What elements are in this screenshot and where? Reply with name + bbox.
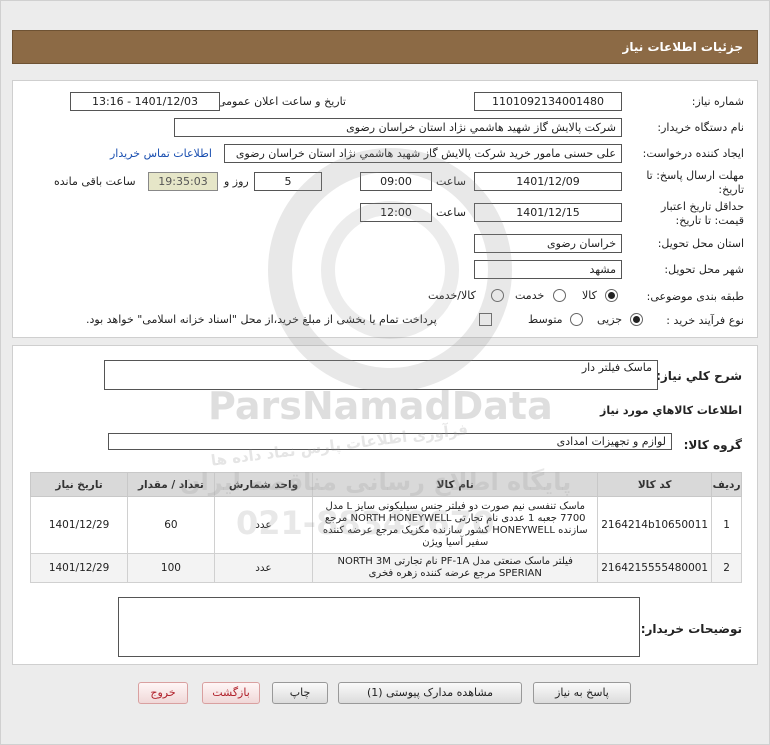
deadline-time-field: 09:00 (360, 172, 432, 191)
cell-row-number: 1 (711, 496, 742, 554)
items-table: ردیف کد کالا نام کالا واحد شمارش تعداد /… (29, 472, 742, 583)
page-title: جزئیات اطلاعات نیاز (622, 40, 743, 54)
category-service-label: خدمت (515, 289, 545, 302)
creator-label: ایجاد کننده درخواست: (642, 147, 744, 160)
group-field: لوازم و تجهیزات امدادی (108, 433, 672, 450)
col-header-code: کد کالا (597, 472, 713, 497)
category-label: طبقه بندی موضوعی: (646, 290, 744, 303)
col-header-row-number: ردیف (711, 472, 742, 497)
need-number-label: شماره نیاز: (691, 95, 744, 108)
attachments-button[interactable]: مشاهده مدارک پیوستی (1) (338, 682, 522, 704)
buyer-org-field: شرکت پالایش گاز شهید هاشمي نژاد استان خر… (174, 118, 622, 137)
days-remaining-field: 5 (254, 172, 322, 191)
remaining-time-label: ساعت باقی مانده (54, 175, 136, 188)
cell-date: 1401/12/29 (29, 496, 129, 554)
deadline-label-2: تاریخ: (718, 183, 744, 196)
remaining-time-field: 19:35:03 (148, 172, 218, 191)
validity-label-2: قیمت: تا تاریخ: (675, 214, 744, 227)
category-radio-service[interactable] (553, 289, 566, 302)
process-label: نوع فرآیند خرید : (666, 314, 744, 327)
deadline-label: مهلت ارسال پاسخ: تا (646, 169, 744, 182)
treasury-payment-note: پرداخت تمام یا بخشی از مبلغ خرید،از محل … (86, 313, 437, 326)
process-medium-label: متوسط (528, 313, 563, 326)
validity-time-field: 12:00 (360, 203, 432, 222)
back-button[interactable]: بازگشت (202, 682, 260, 704)
announce-datetime-field: 1401/12/03 - 13:16 (70, 92, 220, 111)
treasury-payment-checkbox[interactable] (479, 313, 492, 326)
process-minor-label: جزیی (597, 313, 623, 326)
validity-time-label: ساعت (436, 206, 466, 219)
category-radio-goods[interactable] (605, 289, 618, 302)
province-label: استان محل تحویل: (657, 237, 744, 250)
cell-code: 2164214b10650011 (597, 496, 713, 554)
cell-date: 1401/12/29 (29, 553, 129, 583)
items-heading: اطلاعات کالاهاي مورد نیاز (600, 404, 742, 417)
category-goods-service-label: کالا/خدمت (428, 289, 476, 302)
cell-unit: عدد (213, 496, 314, 554)
cell-quantity: 100 (127, 553, 215, 583)
validity-label: حداقل تاریخ اعتبار (660, 200, 744, 213)
cell-name: فیلتر ماسک صنعتی مدل PF-1A نام تجارتی NO… (312, 553, 599, 583)
validity-date-field: 1401/12/15 (474, 203, 622, 222)
buyer-contact-link[interactable]: اطلاعات تماس خریدار (110, 147, 212, 160)
buyer-org-label: نام دستگاه خریدار: (657, 121, 744, 134)
cell-row-number: 2 (711, 553, 742, 583)
cell-name: ماسک تنفسی نیم صورت دو فیلتر جنس سیلیکون… (312, 496, 599, 554)
deadline-time-label: ساعت (436, 175, 466, 188)
summary-label: شرح کلي نیاز: (656, 369, 742, 383)
reply-button[interactable]: پاسخ به نیاز (533, 682, 631, 704)
summary-field: ماسک فیلتر دار (104, 360, 658, 390)
buyer-notes-label: توضیحات خریدار: (640, 622, 742, 636)
cell-code: 2164215555480001 (597, 553, 713, 583)
city-field: مشهد (474, 260, 622, 279)
city-label: شهر محل تحویل: (664, 263, 744, 276)
col-header-unit: واحد شمارش (213, 472, 314, 497)
process-radio-minor[interactable] (630, 313, 643, 326)
group-label: گروه کالا: (683, 438, 742, 452)
table-header-row: ردیف کد کالا نام کالا واحد شمارش تعداد /… (29, 472, 742, 497)
page-title-bar: جزئیات اطلاعات نیاز (12, 30, 758, 64)
col-header-quantity: تعداد / مقدار (127, 472, 215, 497)
deadline-date-field: 1401/12/09 (474, 172, 622, 191)
category-radio-goods-service[interactable] (491, 289, 504, 302)
print-button[interactable]: چاپ (272, 682, 328, 704)
province-field: خراسان رضوی (474, 234, 622, 253)
col-header-date: تاریخ نیاز (29, 472, 129, 497)
process-radio-medium[interactable] (570, 313, 583, 326)
cell-quantity: 60 (127, 496, 215, 554)
exit-button[interactable]: خروج (138, 682, 188, 704)
buyer-notes-field (118, 597, 640, 657)
days-label: روز و (224, 175, 249, 188)
cell-unit: عدد (213, 553, 314, 583)
announce-label: تاریخ و ساعت اعلان عمومی: (213, 95, 346, 108)
table-row: 1 2164214b10650011 ماسک تنفسی نیم صورت د… (29, 496, 742, 554)
creator-field: علی حسنی مامور خرید شرکت پالایش گاز شهید… (224, 144, 622, 163)
col-header-name: نام کالا (312, 472, 599, 497)
table-row: 2 2164215555480001 فیلتر ماسک صنعتی مدل … (29, 553, 742, 583)
need-number-field: 1101092134001480 (474, 92, 622, 111)
category-goods-label: کالا (582, 289, 597, 302)
